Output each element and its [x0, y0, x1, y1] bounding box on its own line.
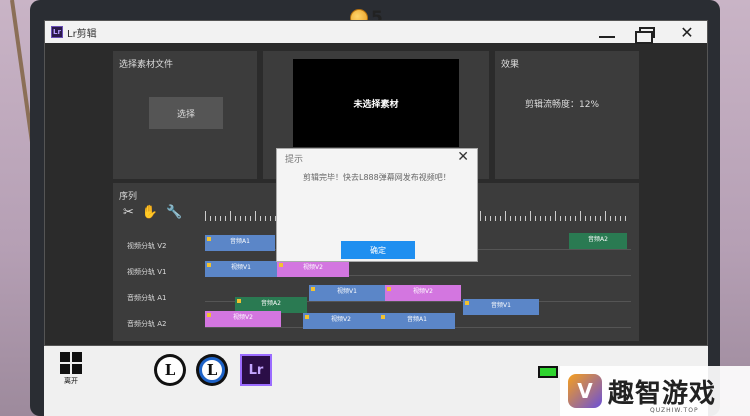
ruler-tick [575, 216, 576, 221]
effect-panel: 效果 剪辑流畅度：12% [495, 51, 639, 179]
dialog-close-icon[interactable]: ✕ [457, 149, 469, 165]
close-button[interactable]: ✕ [667, 21, 707, 43]
ruler-tick [550, 216, 551, 221]
clip[interactable]: 音频A1 [379, 313, 455, 329]
clip[interactable]: 视频V1 [205, 261, 277, 277]
lr-app-icon: Lr [51, 26, 63, 38]
scissors-icon[interactable]: ✂ [123, 205, 134, 220]
app-l-blue-button[interactable]: L [196, 354, 228, 386]
restore-icon [635, 26, 655, 44]
ruler-tick [585, 216, 586, 221]
ruler-tick [500, 216, 501, 221]
ruler-tick [270, 216, 271, 221]
window-title: Lr剪辑 [67, 28, 97, 40]
ruler-tick [215, 216, 216, 221]
watermark: V 趣智游戏 QUZHIW.TOP [560, 366, 750, 416]
app-l-button[interactable]: L [154, 354, 186, 386]
hand-icon[interactable]: ✋ [142, 205, 158, 220]
clip[interactable]: 音频A1 [205, 235, 275, 251]
clip[interactable]: 音频V1 [463, 299, 539, 315]
ruler-tick [530, 211, 531, 221]
track-label-v2: 视频分轨 V2 [127, 242, 167, 250]
effect-panel-title: 效果 [501, 60, 520, 70]
ruler-tick [225, 216, 226, 221]
ruler-tick [210, 216, 211, 221]
select-file-button[interactable]: 选择 [149, 97, 223, 129]
dialog-message: 剪辑完毕！快去L888弹幕网发布视频吧！ [303, 173, 451, 182]
ruler-tick [240, 216, 241, 221]
sequence-title: 序列 [119, 192, 138, 202]
ruler-tick [560, 216, 561, 221]
edit-fluency-label: 剪辑流畅度：12% [525, 100, 600, 110]
ruler-tick [265, 216, 266, 221]
ruler-tick [535, 216, 536, 221]
material-panel-title: 选择素材文件 [119, 60, 174, 70]
ruler-tick [610, 216, 611, 221]
ruler-tick [245, 216, 246, 221]
watermark-logo-icon: V [568, 374, 602, 408]
ruler-tick [235, 216, 236, 221]
clip[interactable]: 视频V2 [205, 311, 281, 327]
windows-icon [60, 352, 82, 374]
ruler-tick [615, 216, 616, 221]
ruler-tick [605, 211, 606, 221]
ruler-tick [220, 216, 221, 221]
battery-icon [538, 366, 558, 378]
minimize-icon [599, 36, 615, 38]
watermark-title: 趣智游戏 [608, 378, 717, 409]
watermark-url: QUZHIW.TOP [650, 407, 699, 414]
ruler-tick [480, 211, 481, 221]
clip[interactable]: 视频V2 [303, 313, 379, 329]
dialog-title: 提示 [285, 155, 304, 165]
ruler-tick [545, 216, 546, 221]
ruler-tick [260, 216, 261, 221]
track-label-v1: 视频分轨 V1 [127, 268, 167, 276]
ruler-tick [625, 216, 626, 221]
wrench-icon[interactable]: 🔧 [166, 205, 182, 220]
ruler-tick [485, 216, 486, 221]
ruler-tick [620, 216, 621, 221]
ruler-tick [580, 211, 581, 221]
alert-dialog: 提示 ✕ 剪辑完毕！快去L888弹幕网发布视频吧！ 确定 [276, 148, 478, 262]
ruler-tick [525, 216, 526, 221]
ruler-tick [590, 216, 591, 221]
ruler-tick [230, 211, 231, 221]
window-titlebar: Lr Lr剪辑 ✕ [45, 21, 707, 44]
ruler-tick [520, 216, 521, 221]
ruler-tick [515, 216, 516, 221]
ruler-tick [255, 211, 256, 221]
ruler-tick [490, 216, 491, 221]
ruler-tick [505, 211, 506, 221]
start-label: 离开 [64, 377, 78, 385]
ruler-tick [495, 216, 496, 221]
clip[interactable]: 音频A2 [569, 233, 627, 249]
track-label-a2: 音频分轨 A2 [127, 320, 167, 328]
ruler-tick [250, 216, 251, 221]
clip[interactable]: 视频V2 [385, 285, 461, 301]
clip[interactable]: 视频V1 [309, 285, 385, 301]
track-label-a1: 音频分轨 A1 [127, 294, 167, 302]
ruler-tick [510, 216, 511, 221]
confirm-button[interactable]: 确定 [341, 241, 415, 259]
start-button[interactable]: 离开 [56, 352, 86, 386]
ruler-tick [600, 216, 601, 221]
ruler-tick [565, 216, 566, 221]
app-lr-button[interactable]: Lr [240, 354, 272, 386]
ruler-tick [595, 216, 596, 221]
preview-screen: 未选择素材 [293, 59, 459, 147]
ruler-tick [570, 216, 571, 221]
restore-button[interactable] [627, 21, 667, 44]
ruler-tick [205, 211, 206, 221]
clip[interactable]: 视频V2 [277, 261, 349, 277]
ruler-tick [555, 211, 556, 221]
ruler-tick [540, 216, 541, 221]
minimize-button[interactable] [587, 21, 627, 43]
close-icon: ✕ [680, 22, 694, 42]
material-panel: 选择素材文件 选择 [113, 51, 257, 179]
